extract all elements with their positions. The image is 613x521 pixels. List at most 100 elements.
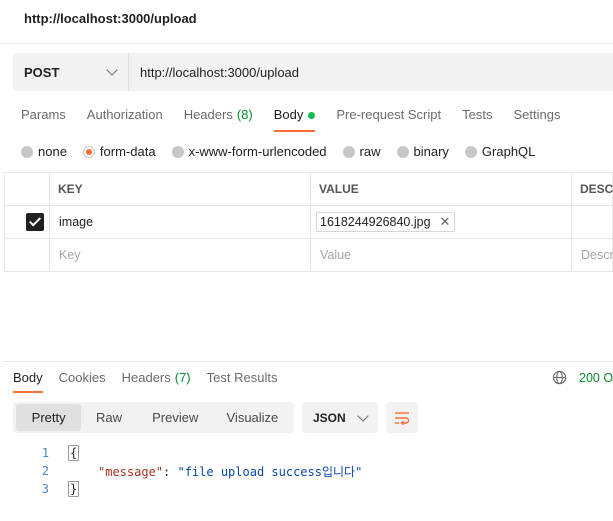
line-number: 2 <box>41 464 49 478</box>
format-label: JSON <box>313 410 346 425</box>
request-title[interactable]: http://localhost:3000/upload <box>24 11 197 26</box>
method-label: POST <box>24 64 60 80</box>
radio-raw[interactable]: raw <box>342 144 381 159</box>
body-type-options: none form-data x-www-form-urlencoded raw… <box>21 144 551 159</box>
request-bar: POST <box>13 53 613 91</box>
tab-tests[interactable]: Tests <box>462 107 492 131</box>
value-cell[interactable]: 1618244926840.jpg ✕ <box>310 205 572 239</box>
code-content: "message": "file upload success입니다" <box>98 463 362 480</box>
line-number: 1 <box>41 446 49 460</box>
brace-open: { <box>68 445 80 461</box>
key-text: image <box>59 215 94 229</box>
radio-icon <box>342 145 355 158</box>
title-bar: http://localhost:3000/upload <box>0 0 613 44</box>
tab-params[interactable]: Params <box>21 107 66 131</box>
tab-response-body[interactable]: Body <box>13 370 43 394</box>
view-label: Pretty <box>31 410 66 425</box>
view-raw[interactable]: Raw <box>81 404 136 431</box>
globe-icon[interactable] <box>552 370 567 385</box>
tab-label: Tests <box>462 107 493 122</box>
method-select[interactable]: POST <box>13 53 129 91</box>
tab-label: Authorization <box>86 107 163 122</box>
code-line: 2 "message": "file upload success입니다" <box>0 462 613 480</box>
view-visualize[interactable]: Visualize <box>214 404 291 431</box>
form-data-table: KEY VALUE DESC image 1618244926840.jpg ✕ … <box>4 172 613 272</box>
headers-count: (7) <box>174 370 191 385</box>
url-input[interactable] <box>129 53 613 91</box>
tab-pre-request-script[interactable]: Pre-request Script <box>336 107 441 131</box>
row-check-cell <box>4 205 50 239</box>
tab-settings[interactable]: Settings <box>513 107 560 131</box>
checkbox-checked-icon[interactable] <box>26 213 44 231</box>
radio-graphql[interactable]: GraphQL <box>464 144 535 159</box>
radio-icon <box>396 145 409 158</box>
tab-label: Headers <box>121 370 171 385</box>
key-cell[interactable]: Key <box>49 238 311 272</box>
radio-binary[interactable]: binary <box>396 144 449 159</box>
radio-none[interactable]: none <box>21 144 67 159</box>
table-row-empty: Key Value Descr <box>4 238 613 272</box>
json-key: "message" <box>98 464 164 479</box>
radio-label: none <box>38 144 67 159</box>
json-value: "file upload success입니다" <box>177 464 363 479</box>
response-status: 200 OK <box>552 370 613 385</box>
radio-selected-icon <box>82 145 95 158</box>
chevron-down-icon <box>106 64 118 76</box>
file-chip: 1618244926840.jpg ✕ <box>316 212 456 232</box>
radio-label: form-data <box>99 144 156 159</box>
pane-divider[interactable] <box>4 361 613 362</box>
key-cell[interactable]: image <box>49 205 311 239</box>
tab-label: Settings <box>513 107 561 122</box>
column-header-description: DESC <box>571 172 613 206</box>
code-content: } <box>68 481 80 497</box>
value-cell[interactable]: Value <box>310 238 572 272</box>
json-colon: : <box>163 464 178 479</box>
view-pretty[interactable]: Pretty <box>16 404 82 431</box>
radio-label: raw <box>359 144 381 159</box>
tab-label: Headers <box>183 107 233 122</box>
tab-label: Body <box>13 370 43 385</box>
radio-icon <box>21 145 33 158</box>
view-mode-segmented: Pretty Raw Preview Visualize <box>13 402 294 433</box>
wrap-lines-button[interactable] <box>386 402 418 433</box>
line-number: 3 <box>41 482 49 496</box>
tab-test-results[interactable]: Test Results <box>207 370 278 394</box>
column-header-value: VALUE <box>310 172 572 206</box>
table-row: image 1618244926840.jpg ✕ <box>4 205 613 239</box>
view-label: Raw <box>95 410 122 425</box>
tab-label: Params <box>21 107 66 122</box>
request-tabs: Params Authorization Headers (8) Body Pre… <box>21 107 581 132</box>
tab-label: Body <box>273 107 304 122</box>
key-placeholder: Key <box>59 248 81 262</box>
view-label: Visualize <box>226 410 279 425</box>
tab-label: Pre-request Script <box>336 107 442 122</box>
response-code-view[interactable]: 1 { 2 "message": "file upload success입니다… <box>0 444 613 498</box>
radio-form-data[interactable]: form-data <box>82 144 156 159</box>
tab-body[interactable]: Body <box>273 107 316 132</box>
code-content: { <box>68 445 80 461</box>
tab-label: Cookies <box>58 370 106 385</box>
chevron-down-icon <box>357 409 369 422</box>
code-line: 3 } <box>0 480 613 498</box>
description-cell[interactable]: Descr <box>571 238 613 272</box>
value-placeholder: Value <box>320 248 352 262</box>
header-check-cell <box>4 172 50 206</box>
radio-label: binary <box>413 144 449 159</box>
column-header-key: KEY <box>49 172 311 206</box>
format-select[interactable]: JSON <box>302 402 378 433</box>
tab-authorization[interactable]: Authorization <box>87 107 163 131</box>
view-preview[interactable]: Preview <box>137 404 214 431</box>
close-icon[interactable]: ✕ <box>440 214 451 230</box>
tab-cookies[interactable]: Cookies <box>59 370 106 394</box>
row-check-cell <box>4 238 50 272</box>
table-header-row: KEY VALUE DESC <box>4 172 613 206</box>
body-indicator-dot <box>308 112 316 119</box>
tab-response-headers[interactable]: Headers (7) <box>122 370 191 394</box>
tab-headers[interactable]: Headers (8) <box>184 107 253 131</box>
description-cell[interactable] <box>571 205 613 239</box>
response-tabs: Body Cookies Headers (7) Test Results <box>13 370 293 394</box>
brace-close: } <box>68 481 80 497</box>
radio-x-www-form-urlencoded[interactable]: x-www-form-urlencoded <box>171 144 327 159</box>
status-code[interactable]: 200 OK <box>579 371 613 385</box>
radio-icon <box>171 145 184 158</box>
